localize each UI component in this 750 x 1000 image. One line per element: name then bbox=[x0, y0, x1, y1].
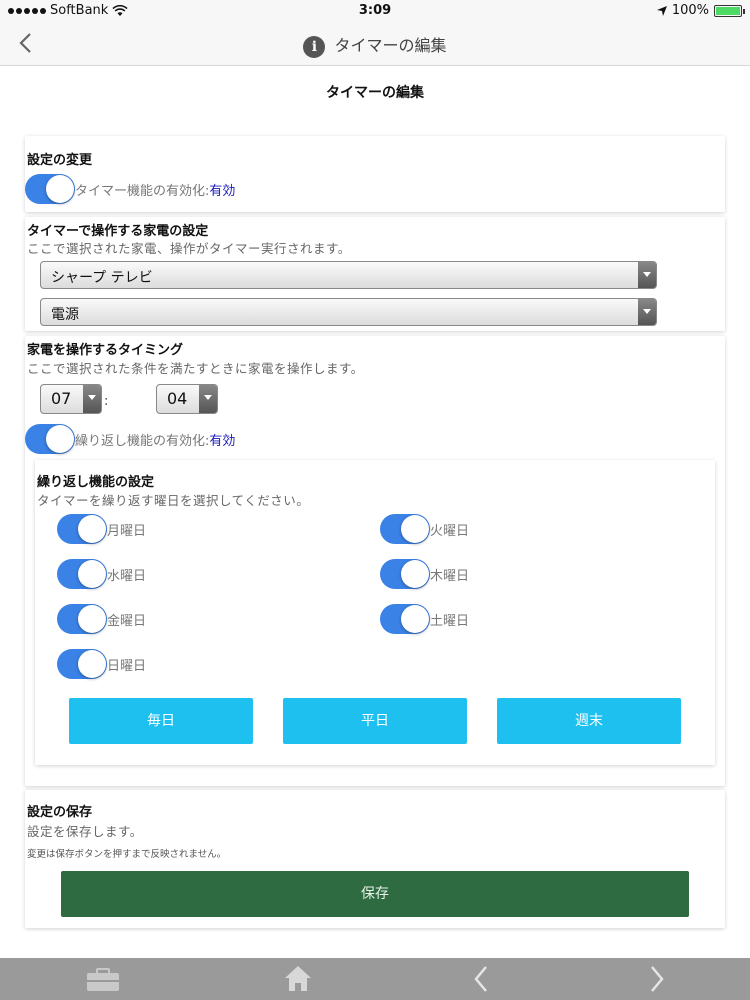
timing-heading: 家電を操作するタイミング bbox=[27, 343, 184, 358]
repeat-heading: 繰り返し機能の設定 bbox=[37, 475, 155, 490]
weekend-button[interactable]: 週末 bbox=[497, 698, 681, 744]
dropdown-arrow-icon bbox=[199, 385, 217, 413]
thursday-toggle[interactable] bbox=[380, 559, 430, 589]
appliance-heading: タイマーで操作する家電の設定 bbox=[27, 224, 209, 239]
friday-toggle[interactable] bbox=[57, 604, 107, 634]
repeat-enable-label: 繰り返し機能の有効化: bbox=[75, 433, 210, 449]
appliance-card: タイマーで操作する家電の設定 ここで選択された家電、操作がタイマー実行されます。… bbox=[25, 217, 725, 331]
nav-title: タイマーの編集 bbox=[334, 36, 447, 55]
minute-select-value: 04 bbox=[167, 389, 188, 408]
saturday-label: 土曜日 bbox=[430, 613, 470, 629]
monday-toggle[interactable] bbox=[57, 514, 107, 544]
wednesday-toggle[interactable] bbox=[57, 559, 107, 589]
settings-change-heading: 設定の変更 bbox=[27, 153, 93, 168]
status-bar: SoftBank 3:09 100% bbox=[0, 0, 750, 22]
weekdays-button[interactable]: 平日 bbox=[283, 698, 467, 744]
navigation-bar: i タイマーの編集 bbox=[0, 22, 750, 66]
repeat-enable-toggle[interactable] bbox=[25, 424, 75, 454]
daily-button[interactable]: 毎日 bbox=[69, 698, 253, 744]
appliance-description: ここで選択された家電、操作がタイマー実行されます。 bbox=[27, 241, 351, 256]
timer-enable-label: タイマー機能の有効化: bbox=[75, 183, 210, 199]
operation-select[interactable]: 電源 bbox=[40, 298, 657, 326]
info-icon[interactable]: i bbox=[303, 35, 326, 58]
operation-select-value: 電源 bbox=[51, 307, 79, 323]
dropdown-arrow-icon bbox=[638, 262, 656, 288]
repeat-description: タイマーを繰り返す曜日を選択してください。 bbox=[37, 493, 310, 508]
toolbox-tab[interactable] bbox=[73, 958, 133, 1000]
timer-enable-value: 有効 bbox=[209, 183, 236, 199]
settings-change-card: 設定の変更 タイマー機能の有効化: 有効 bbox=[25, 136, 725, 212]
location-arrow-icon bbox=[656, 5, 667, 16]
wednesday-label: 水曜日 bbox=[107, 568, 147, 584]
sunday-toggle[interactable] bbox=[57, 649, 107, 679]
time-separator: : bbox=[104, 394, 109, 409]
save-button[interactable]: 保存 bbox=[61, 871, 689, 917]
timing-card: 家電を操作するタイミング ここで選択された条件を満たすときに家電を操作します。 … bbox=[25, 336, 725, 786]
chevron-left-icon bbox=[474, 966, 487, 992]
back-tab[interactable] bbox=[451, 958, 511, 1000]
forward-tab[interactable] bbox=[627, 958, 687, 1000]
device-select[interactable]: シャープ テレビ bbox=[40, 261, 657, 289]
home-tab[interactable] bbox=[268, 958, 328, 1000]
dropdown-arrow-icon bbox=[83, 385, 101, 413]
sunday-label: 日曜日 bbox=[107, 658, 147, 674]
monday-label: 月曜日 bbox=[107, 523, 147, 539]
bottom-tab-bar bbox=[0, 958, 750, 1000]
dropdown-arrow-icon bbox=[638, 299, 656, 325]
status-time: 3:09 bbox=[358, 3, 392, 18]
chevron-right-icon bbox=[651, 966, 664, 992]
repeat-enable-value: 有効 bbox=[209, 433, 236, 449]
battery-percent: 100% bbox=[671, 3, 709, 18]
friday-label: 金曜日 bbox=[107, 613, 147, 629]
thursday-label: 木曜日 bbox=[430, 568, 470, 584]
home-icon bbox=[285, 966, 311, 991]
tuesday-label: 火曜日 bbox=[430, 523, 470, 539]
battery-icon bbox=[714, 4, 745, 17]
save-description: 設定を保存します。 bbox=[27, 824, 143, 839]
timer-enable-toggle[interactable] bbox=[25, 174, 75, 204]
save-note: 変更は保存ボタンを押すまで反映されません。 bbox=[27, 849, 227, 860]
repeat-settings-card: 繰り返し機能の設定 タイマーを繰り返す曜日を選択してください。 月曜日 火曜日 … bbox=[35, 460, 715, 765]
save-heading: 設定の保存 bbox=[27, 805, 93, 820]
page-title: タイマーの編集 bbox=[326, 85, 424, 101]
hour-select[interactable]: 07 bbox=[40, 384, 102, 414]
hour-select-value: 07 bbox=[51, 389, 72, 408]
saturday-toggle[interactable] bbox=[380, 604, 430, 634]
tuesday-toggle[interactable] bbox=[380, 514, 430, 544]
device-select-value: シャープ テレビ bbox=[51, 270, 153, 286]
timing-description: ここで選択された条件を満たすときに家電を操作します。 bbox=[27, 361, 364, 376]
minute-select[interactable]: 04 bbox=[156, 384, 218, 414]
toolbox-icon bbox=[87, 968, 119, 991]
